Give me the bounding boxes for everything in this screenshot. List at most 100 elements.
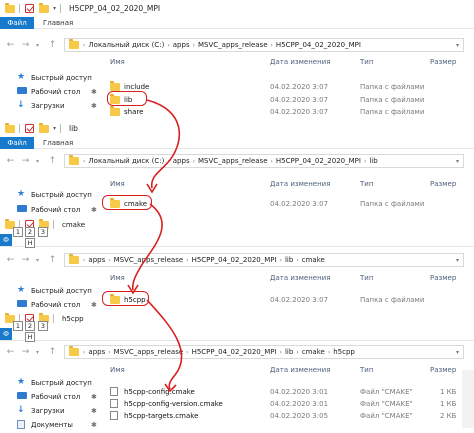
table-row[interactable]: h5cpp-config-version.cmake 04.02.2020 3:… [0,398,474,409]
window3-address-row: ← → ▾ ↑ › apps › MSVC_apps_release › H5C… [0,251,474,269]
separator [60,124,62,133]
back-arrow-icon[interactable]: ← [6,156,15,166]
row-size: 1 КБ [440,399,457,408]
row-type: Папка с файлами [360,82,425,91]
home-tab[interactable]: Главная [43,139,73,147]
properties-icon[interactable] [25,124,34,133]
breadcrumb-item[interactable]: h5cpp [333,348,355,356]
breadcrumb-item[interactable]: H5CPP_04_02_2020_MPI [276,157,361,165]
file-tab[interactable]: Файл [0,16,34,29]
col-date[interactable]: Дата изменения [270,58,330,66]
table-row[interactable]: include 04.02.2020 3:07 Папка с файлами [0,80,474,92]
properties-icon[interactable] [25,4,34,13]
breadcrumb-item[interactable]: apps [173,157,190,165]
up-arrow-icon[interactable]: ↑ [48,156,57,166]
breadcrumb-item[interactable]: H5CPP_04_02_2020_MPI [192,256,277,264]
forward-arrow-icon[interactable]: → [21,156,30,166]
breadcrumb-item[interactable]: lib [285,348,293,356]
up-arrow-icon[interactable]: ↑ [48,347,57,357]
forward-arrow-icon[interactable]: → [21,255,30,265]
table-row[interactable]: h5cpp 04.02.2020 3:07 Папка с файлами [0,293,474,305]
address-bar[interactable]: › Локальный диск (C:) › apps › MSVC_apps… [64,38,464,52]
breadcrumb-item[interactable]: Локальный диск (C:) [88,41,164,49]
breadcrumb-item[interactable]: MSVC_apps_release [114,256,184,264]
col-date[interactable]: Дата изменения [270,180,330,188]
recent-chevron-icon[interactable]: ▾ [33,349,42,356]
back-arrow-icon[interactable]: ← [6,255,15,265]
recent-chevron-icon[interactable]: ▾ [33,158,42,165]
col-date[interactable]: Дата изменения [270,366,330,374]
recent-chevron-icon[interactable]: ▾ [33,257,42,264]
address-dropdown-icon[interactable]: ▾ [456,349,459,356]
breadcrumb-item[interactable]: cmake [302,256,325,264]
back-arrow-icon[interactable]: ← [6,347,15,357]
col-size[interactable]: Размер [430,58,456,66]
forward-arrow-icon[interactable]: → [21,40,30,50]
separator [19,4,20,13]
keytip: 3 [38,227,48,237]
col-name[interactable]: Имя [110,180,125,188]
row-type: Папка с файлами [360,95,425,104]
col-name[interactable]: Имя [110,366,125,374]
col-size[interactable]: Размер [430,366,456,374]
breadcrumb-item[interactable]: cmake [302,348,325,356]
file-tab[interactable]: Ф [0,234,12,246]
keytip: 1 [13,321,23,331]
breadcrumb-item[interactable]: lib [285,256,293,264]
up-arrow-icon[interactable]: ↑ [48,40,57,50]
new-folder-icon[interactable] [39,122,49,133]
back-arrow-icon[interactable]: ← [6,40,15,50]
breadcrumb-item[interactable]: apps [173,41,190,49]
chevron-right-icon: › [83,256,86,264]
chevron-down-icon[interactable]: ▾ [53,5,56,12]
breadcrumb-item[interactable]: MSVC_apps_release [114,348,184,356]
address-dropdown-icon[interactable]: ▾ [456,42,459,49]
breadcrumb-item[interactable]: MSVC_apps_release [198,157,268,165]
address-dropdown-icon[interactable]: ▾ [456,257,459,264]
breadcrumb-item[interactable]: lib [369,157,377,165]
col-size[interactable]: Размер [430,180,456,188]
up-arrow-icon[interactable]: ↑ [48,255,57,265]
chevron-right-icon: › [108,348,111,356]
breadcrumb-item[interactable]: MSVC_apps_release [198,41,268,49]
breadcrumb-item[interactable]: H5CPP_04_02_2020_MPI [276,41,361,49]
vertical-scrollbar[interactable] [462,370,474,428]
table-row[interactable]: cmake 04.02.2020 3:07 Папка с файлами [0,197,474,209]
breadcrumb-item[interactable]: H5CPP_04_02_2020_MPI [192,348,277,356]
recent-chevron-icon[interactable]: ▾ [33,42,42,49]
breadcrumb-item[interactable]: Локальный диск (C:) [88,157,164,165]
separator [53,314,54,323]
col-type[interactable]: Тип [360,366,373,374]
home-tab[interactable]: Главная [43,19,73,27]
forward-arrow-icon[interactable]: → [21,347,30,357]
chevron-down-icon[interactable]: ▾ [53,125,56,132]
address-bar[interactable]: › apps › MSVC_apps_release › H5CPP_04_02… [64,253,464,267]
table-row[interactable]: h5cpp-config.cmake 04.02.2020 3:01 Файл … [0,386,474,397]
address-bar[interactable]: › Локальный диск (C:) › apps › MSVC_apps… [64,154,464,168]
window-title: H5CPP_04_02_2020_MPI [69,4,161,13]
table-row[interactable]: h5cpp-targets.cmake 04.02.2020 3:05 Файл… [0,410,474,421]
address-bar[interactable]: › apps › MSVC_apps_release › H5CPP_04_02… [64,345,464,359]
col-date[interactable]: Дата изменения [270,274,330,282]
col-type[interactable]: Тип [360,58,373,66]
pin-icon[interactable]: ✱ [91,421,97,429]
file-tab[interactable]: Файл [0,136,34,149]
col-type[interactable]: Тип [360,180,373,188]
window1-titlebar: ▾ H5CPP_04_02_2020_MPI [0,0,474,17]
file-tab[interactable]: Ф [0,328,12,340]
col-name[interactable]: Имя [110,58,125,66]
breadcrumb-item[interactable]: apps [88,348,105,356]
chevron-right-icon: › [192,41,195,49]
breadcrumb-item[interactable]: apps [88,256,105,264]
new-folder-icon[interactable] [39,2,49,13]
col-size[interactable]: Размер [430,274,456,282]
window-title: cmake [62,220,86,229]
col-name[interactable]: Имя [110,274,125,282]
table-row[interactable]: share 04.02.2020 3:07 Папка с файлами [0,105,474,117]
window4-ribbon: Ф 1 2 3 H [0,321,474,342]
address-dropdown-icon[interactable]: ▾ [456,158,459,165]
col-type[interactable]: Тип [360,274,373,282]
row-date: 04.02.2020 3:07 [270,107,329,116]
table-row[interactable]: lib 04.02.2020 3:07 Папка с файлами [0,93,474,105]
chevron-right-icon: › [270,41,273,49]
